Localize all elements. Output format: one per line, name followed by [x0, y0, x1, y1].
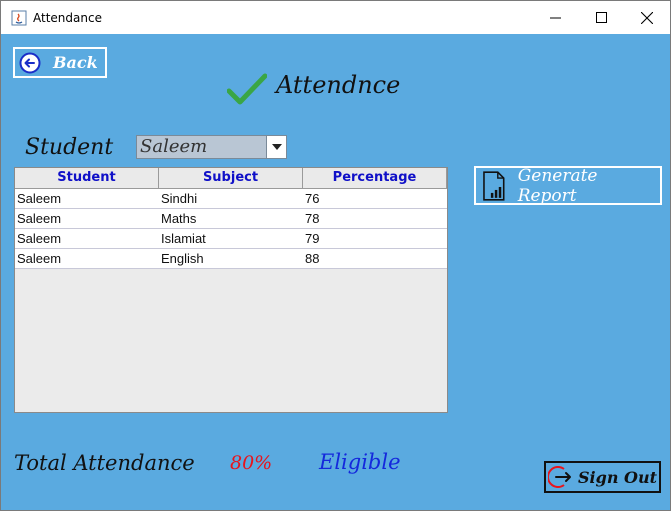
cell-percentage: 76: [305, 191, 320, 206]
sign-out-label: Sign Out: [578, 467, 657, 487]
title-bar: Attendance: [1, 1, 670, 34]
sign-out-button[interactable]: Sign Out: [544, 461, 661, 493]
cell-subject: Maths: [161, 211, 197, 226]
dropdown-arrow-button[interactable]: [266, 136, 286, 158]
cell-percentage: 88: [305, 251, 320, 266]
maximize-button[interactable]: [578, 1, 624, 34]
page-title: Attendnce: [276, 71, 401, 99]
generate-report-label: Generate Report: [517, 165, 598, 206]
table-header: Student Subject Percentage: [15, 168, 447, 189]
cell-subject: Sindhi: [161, 191, 198, 206]
maximize-icon: [595, 12, 607, 23]
window-title: Attendance: [33, 11, 102, 25]
total-attendance-label: Total Attendance: [14, 451, 195, 475]
checkmark-icon: [227, 73, 267, 105]
attendance-window: Attendance Back Attendnce Student Saleem…: [0, 0, 671, 511]
cell-subject: Islamiat: [161, 231, 206, 246]
close-button[interactable]: [624, 1, 670, 34]
back-label: Back: [53, 53, 98, 72]
cell-student: Saleem: [17, 251, 62, 266]
column-header-subject[interactable]: Subject: [159, 168, 303, 188]
student-dropdown-value: Saleem: [140, 136, 208, 157]
cell-percentage: 79: [305, 231, 320, 246]
table-row[interactable]: Saleem Sindhi 76: [15, 189, 447, 209]
student-dropdown[interactable]: Saleem: [136, 135, 287, 159]
table-row[interactable]: Saleem English 88: [15, 249, 447, 269]
back-arrow-circle-icon: [19, 52, 41, 73]
cell-percentage: 78: [305, 211, 320, 226]
cell-student: Saleem: [17, 231, 62, 246]
minimize-button[interactable]: [532, 1, 578, 34]
back-button[interactable]: Back: [13, 47, 107, 78]
table-row[interactable]: Saleem Maths 78: [15, 209, 447, 229]
column-header-student[interactable]: Student: [15, 168, 159, 188]
eligibility-status: Eligible: [319, 450, 401, 474]
sign-out-icon: [548, 466, 571, 488]
column-header-percentage[interactable]: Percentage: [303, 168, 447, 188]
cell-subject: English: [161, 251, 204, 266]
cell-student: Saleem: [17, 211, 62, 226]
document-chart-icon: [483, 170, 505, 201]
cell-student: Saleem: [17, 191, 62, 206]
student-label: Student: [25, 135, 114, 160]
java-app-icon: [11, 10, 27, 26]
minimize-icon: [549, 17, 561, 19]
attendance-table[interactable]: Student Subject Percentage Saleem Sindhi…: [14, 167, 448, 413]
generate-report-button[interactable]: Generate Report: [474, 165, 662, 206]
table-row[interactable]: Saleem Islamiat 79: [15, 229, 447, 249]
close-icon: [641, 11, 653, 24]
triangle-down-icon: [271, 144, 282, 150]
attendance-percent: 80%: [230, 452, 273, 474]
